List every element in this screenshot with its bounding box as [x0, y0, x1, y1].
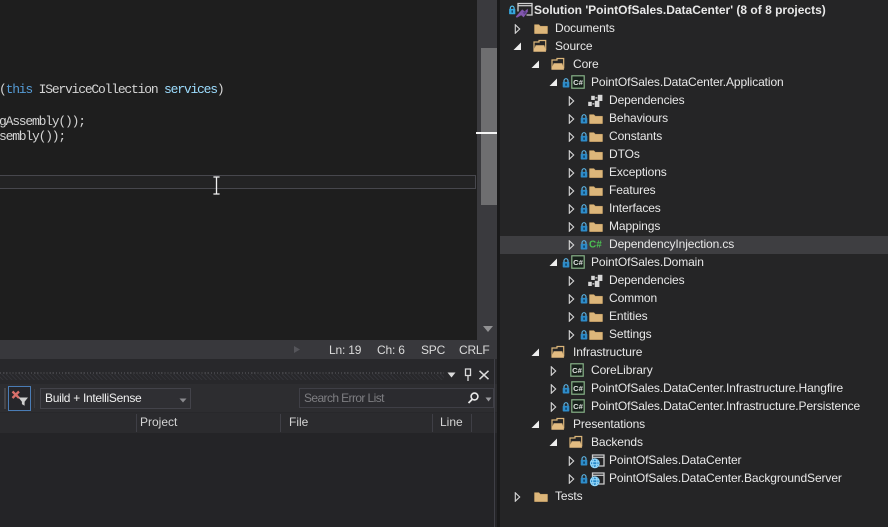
svg-text:C#: C# — [589, 240, 602, 251]
svg-text:C#: C# — [573, 258, 583, 267]
svg-text:C#: C# — [572, 366, 582, 375]
svg-text:C#: C# — [573, 384, 583, 393]
svg-text:C#: C# — [573, 78, 583, 87]
svg-text:C#: C# — [573, 402, 583, 411]
